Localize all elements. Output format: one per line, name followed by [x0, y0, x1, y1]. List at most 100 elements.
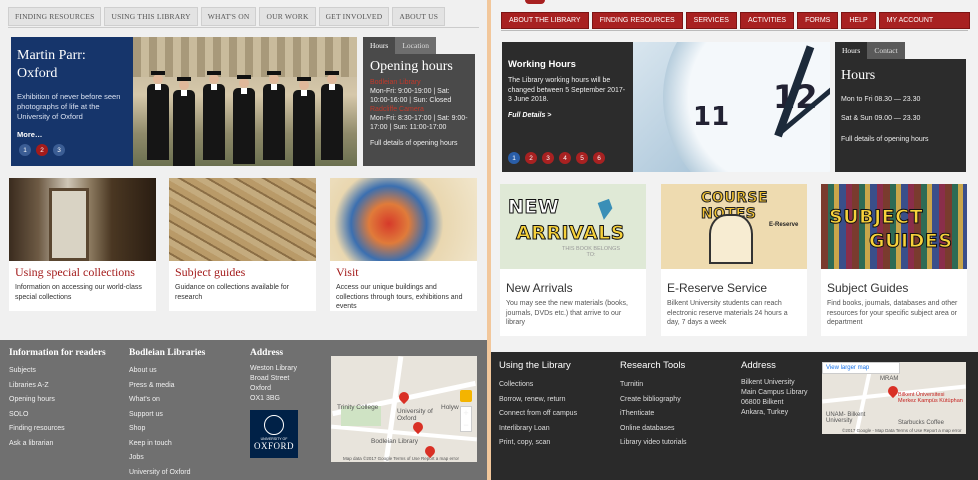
view-larger-map-link[interactable]: View larger map	[822, 362, 900, 374]
footer-link-opening-hours[interactable]: Opening hours	[9, 393, 106, 408]
footer-link-university[interactable]: University of Oxford	[129, 466, 205, 480]
footer-link-whats-on[interactable]: What's on	[129, 393, 205, 408]
card-subject-guides[interactable]: SUBJECT GUIDES Subject Guides Find books…	[821, 184, 967, 336]
address-line: Oxford	[250, 385, 272, 392]
hours-title: Opening hours	[370, 59, 453, 74]
map-zoom-in-button[interactable]: +	[461, 407, 471, 419]
map-zoom-out-button[interactable]: −	[461, 419, 471, 431]
slide-dot-2[interactable]: 2	[36, 144, 48, 156]
card-new-arrivals[interactable]: NEW ARRIVALS THIS BOOK BELONGS TO: New A…	[500, 184, 646, 336]
hours-weekend: Sat & Sun 09.00 — 23.30	[841, 115, 921, 122]
nav-using-this-library[interactable]: USING THIS LIBRARY	[104, 7, 198, 26]
nav-activities[interactable]: ACTIVITIES	[739, 12, 795, 29]
nav-about-us[interactable]: ABOUT US	[392, 7, 446, 26]
illustration-reader	[709, 214, 753, 264]
footer-link-about[interactable]: About us	[129, 364, 205, 379]
hero-full-details-link[interactable]: Full Details >	[508, 112, 627, 119]
address-line: Bilkent University	[741, 379, 795, 386]
hours-subheading: Bodleian Library	[370, 79, 421, 86]
nav-our-work[interactable]: OUR WORK	[259, 7, 316, 26]
bilkent-main-nav: ABOUT THE LIBRARY FINDING RESOURCES SERV…	[501, 12, 971, 29]
oxford-main-nav: FINDING RESOURCES USING THIS LIBRARY WHA…	[8, 7, 446, 26]
card-visit[interactable]: Visit Access our unique buildings and co…	[330, 178, 477, 311]
banner-small-text: E-Reserve	[769, 222, 799, 228]
oxford-footer: Information for readers Subjects Librari…	[0, 340, 487, 480]
hours-box: Hours Contact Hours Mon to Fri 08.30 — 2…	[835, 42, 966, 172]
footer-link-keep-in-touch[interactable]: Keep in touch	[129, 437, 205, 452]
nav-about-the-library[interactable]: ABOUT THE LIBRARY	[501, 12, 589, 29]
slide-dot-4[interactable]: 4	[559, 152, 571, 164]
slide-dot-6[interactable]: 6	[593, 152, 605, 164]
footer-link-solo[interactable]: SOLO	[9, 408, 106, 423]
footer-link-print[interactable]: Print, copy, scan	[499, 436, 577, 451]
footer-link-off-campus[interactable]: Connect from off campus	[499, 407, 577, 422]
footer-col-bodleian: Bodleian Libraries About us Press & medi…	[129, 348, 205, 480]
footer-link-press[interactable]: Press & media	[129, 379, 205, 394]
nav-finding-resources[interactable]: FINDING RESOURCES	[591, 12, 683, 29]
address-line: Main Campus Library	[741, 389, 808, 396]
footer-heading: Research Tools	[620, 360, 686, 371]
footer-link-ithenticate[interactable]: iThenticate	[620, 407, 687, 422]
footer-link-borrow[interactable]: Borrow, renew, return	[499, 393, 577, 408]
tab-contact[interactable]: Contact	[867, 42, 905, 59]
nav-forms[interactable]: FORMS	[797, 12, 839, 29]
full-hours-link[interactable]: Full details of opening hours	[841, 136, 960, 143]
footer-link-libraries-az[interactable]: Libraries A-Z	[9, 379, 106, 394]
hero-slideshow[interactable]: Martin Parr: Oxford Exhibition of never …	[11, 37, 357, 166]
hours-lines: Mon-Fri: 9:00-19:00 | Sat: 10:00-16:00 |…	[370, 88, 452, 104]
card-title: Using special collections	[15, 265, 135, 279]
hero-more-link[interactable]: More…	[17, 130, 127, 139]
oxford-map[interactable]: Trinity College University of Oxford Bod…	[331, 356, 477, 462]
nav-services[interactable]: SERVICES	[685, 12, 737, 29]
nav-help[interactable]: HELP	[841, 12, 876, 29]
footer-link-jobs[interactable]: Jobs	[129, 451, 205, 466]
hero-caption: Martin Parr: Oxford Exhibition of never …	[11, 37, 133, 166]
map-pegman-icon[interactable]	[460, 390, 472, 402]
card-subject-guides[interactable]: Subject guides Guidance on collections a…	[169, 178, 316, 311]
address-line: Broad Street	[250, 375, 290, 382]
card-e-reserve[interactable]: COURSE NOTES E-Reserve E-Reserve Service…	[661, 184, 807, 336]
nav-my-account[interactable]: MY ACCOUNT	[878, 12, 971, 29]
card-image-painted-bird	[330, 178, 477, 261]
slide-dot-1[interactable]: 1	[508, 152, 520, 164]
footer-link-subjects[interactable]: Subjects	[9, 364, 106, 379]
footer-col-address: Address Bilkent University Main Campus L…	[741, 360, 808, 418]
slide-dot-3[interactable]: 3	[542, 152, 554, 164]
footer-link-databases[interactable]: Online databases	[620, 422, 687, 437]
tab-location[interactable]: Location	[395, 37, 437, 54]
oxford-library-page: FINDING RESOURCES USING THIS LIBRARY WHA…	[0, 0, 487, 480]
map-label: Bodleian Library	[371, 438, 418, 445]
footer-link-ask-librarian[interactable]: Ask a librarian	[9, 437, 106, 452]
nav-finding-resources[interactable]: FINDING RESOURCES	[8, 7, 102, 26]
footer-link-finding-resources[interactable]: Finding resources	[9, 422, 106, 437]
card-special-collections[interactable]: Using special collections Information on…	[9, 178, 156, 311]
full-hours-link[interactable]: Full details of opening hours	[370, 140, 468, 147]
card-text: Information on accessing our world-class…	[15, 284, 142, 301]
map-zoom-controls: + −	[460, 406, 472, 432]
footer-heading: Bodleian Libraries	[129, 348, 206, 358]
slide-dot-5[interactable]: 5	[576, 152, 588, 164]
footer-link-tutorials[interactable]: Library video tutorials	[620, 436, 687, 451]
footer-link-bibliography[interactable]: Create bibliography	[620, 393, 687, 408]
hours-lines: Mon-Fri: 8:30-17:00 | Sat: 9:00-17:00 | …	[370, 115, 468, 131]
tab-hours[interactable]: Hours	[363, 37, 396, 54]
map-label: University of Oxford	[397, 408, 433, 422]
academic-figure	[203, 71, 225, 160]
slide-dot-3[interactable]: 3	[53, 144, 65, 156]
bilkent-map[interactable]: View larger map Bilkent Üniversitesi Mer…	[822, 362, 966, 434]
footer-link-support[interactable]: Support us	[129, 408, 205, 423]
nav-whats-on[interactable]: WHAT'S ON	[200, 7, 257, 26]
map-label: UNAM- Bilkent University	[826, 412, 866, 424]
slide-dot-1[interactable]: 1	[19, 144, 31, 156]
nav-get-involved[interactable]: GET INVOLVED	[318, 7, 390, 26]
card-image-course-notes: COURSE NOTES E-Reserve	[661, 184, 807, 269]
hero-slideshow[interactable]: 11 12 1 Working Hours The Library workin…	[502, 42, 830, 172]
tab-hours[interactable]: Hours	[835, 42, 868, 59]
oxford-logo[interactable]: UNIVERSITY OF OXFORD	[250, 410, 298, 458]
footer-link-turnitin[interactable]: Turnitin	[620, 378, 687, 393]
card-title: New Arrivals	[506, 281, 573, 295]
slide-dot-2[interactable]: 2	[525, 152, 537, 164]
footer-link-interlibrary[interactable]: Interlibrary Loan	[499, 422, 577, 437]
footer-link-collections[interactable]: Collections	[499, 378, 577, 393]
footer-link-shop[interactable]: Shop	[129, 422, 205, 437]
